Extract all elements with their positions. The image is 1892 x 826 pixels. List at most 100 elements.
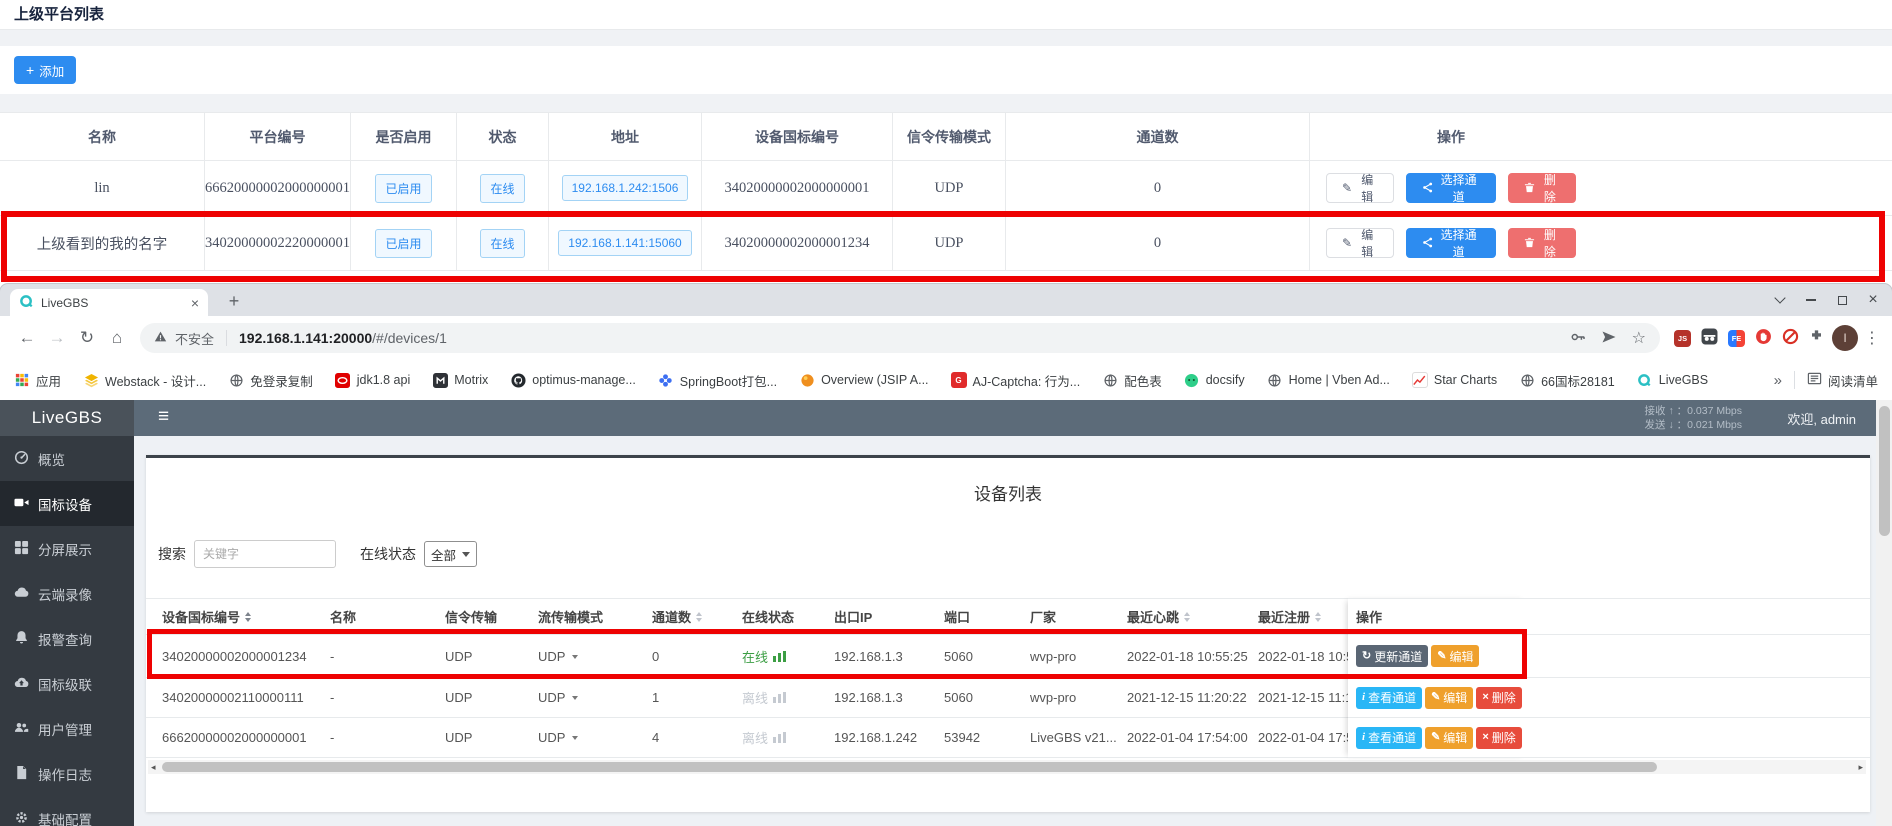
stream-mode-dropdown[interactable]: UDP: [538, 730, 652, 745]
vertical-scrollbar[interactable]: [1876, 400, 1892, 826]
refresh-icon: ↻: [1362, 651, 1371, 662]
stream-mode-dropdown[interactable]: UDP: [538, 649, 652, 664]
extensions-puzzle-icon[interactable]: [1809, 329, 1824, 347]
edit-button[interactable]: ✎ 编辑: [1326, 228, 1394, 258]
bookmark-livegbs[interactable]: LiveGBS: [1637, 372, 1708, 388]
bell-icon: [14, 630, 29, 648]
sidebar-item-gb-devices[interactable]: 国标设备: [0, 481, 134, 526]
bookmark-copy-tool[interactable]: 免登录复制: [228, 371, 313, 390]
cell-platform-id: 66620000002000000001: [205, 161, 351, 215]
delete-button[interactable]: × 删除: [1476, 727, 1521, 749]
bookmark-springboot[interactable]: SpringBoot打包...: [658, 371, 777, 390]
view-channels-button[interactable]: i 查看通道: [1356, 727, 1422, 749]
adguard-hand-extension-icon[interactable]: [1755, 328, 1772, 348]
select-channel-button[interactable]: 选择通道: [1406, 228, 1496, 258]
fe-helper-extension-icon[interactable]: FE: [1728, 330, 1745, 347]
scroll-left-icon[interactable]: ◂: [151, 760, 156, 774]
delete-button[interactable]: × 删除: [1476, 687, 1521, 709]
forward-icon[interactable]: →: [42, 323, 72, 353]
device-row-highlighted[interactable]: 34020000002000001234 - UDP UDP 0 在线 192.…: [146, 635, 1870, 678]
update-channels-button[interactable]: ↻ 更新通道: [1356, 645, 1428, 667]
col-device-id[interactable]: 设备国标编号: [162, 607, 330, 626]
edit-button[interactable]: ✎ 编辑: [1326, 173, 1394, 203]
add-button-label: 添加: [39, 61, 64, 80]
search-input[interactable]: [194, 540, 336, 568]
browser-menu-icon[interactable]: ⋮: [1864, 328, 1880, 348]
add-button[interactable]: + 添加: [14, 56, 76, 84]
scrollbar-thumb[interactable]: [162, 762, 1657, 772]
sidebar-item-basic-config[interactable]: 基础配置: [0, 796, 134, 826]
delete-button[interactable]: 删除: [1508, 228, 1576, 258]
bookmark-star-charts[interactable]: Star Charts: [1412, 372, 1497, 388]
bookmark-optimus[interactable]: optimus-manage...: [510, 372, 636, 388]
reload-icon[interactable]: ↻: [72, 323, 102, 353]
bookmark-docsify[interactable]: docsify: [1184, 372, 1245, 388]
url-omnibox[interactable]: 不安全 192.168.1.141:20000/#/devices/1 ☆: [140, 323, 1660, 353]
cell-device-id: 34020000002000000001: [702, 161, 893, 215]
action-row: i 查看通道 ✎ 编辑 × 删除: [1348, 718, 1528, 758]
col-channels[interactable]: 通道数: [652, 607, 742, 626]
globe-icon: [1102, 372, 1118, 388]
delete-button[interactable]: 删除: [1508, 173, 1576, 203]
sidebar-item-operation-log[interactable]: 操作日志: [0, 751, 134, 796]
bookmark-motrix[interactable]: Motrix: [432, 372, 488, 388]
online-status-select[interactable]: 全部: [424, 541, 477, 567]
incognito-spy-extension-icon[interactable]: [1701, 328, 1718, 348]
github-icon: [510, 372, 526, 388]
browser-tab[interactable]: LiveGBS ×: [10, 289, 208, 316]
sidebar-item-cloud-recording[interactable]: 云端录像: [0, 571, 134, 616]
sidebar-item-alarm-query[interactable]: 报警查询: [0, 616, 134, 661]
edit-button[interactable]: ✎ 编辑: [1425, 687, 1473, 709]
url-host: 192.168.1.141:20000: [239, 330, 372, 346]
bookmark-star-icon[interactable]: ☆: [1632, 328, 1646, 348]
edit-button[interactable]: ✎ 编辑: [1425, 727, 1473, 749]
reading-list-button[interactable]: 阅读清单: [1807, 371, 1878, 390]
sidebar-item-gb-cascade[interactable]: 国标级联: [0, 661, 134, 706]
select-channel-button[interactable]: 选择通道: [1406, 173, 1496, 203]
minimize-icon[interactable]: [1800, 289, 1822, 311]
grid-icon: [14, 540, 29, 558]
bookmark-jsip-overview[interactable]: Overview (JSIP A...: [799, 372, 928, 388]
horizontal-scrollbar[interactable]: ◂ ▸: [148, 760, 1866, 774]
users-icon: [14, 720, 29, 738]
sidebar-item-split-screen[interactable]: 分屏展示: [0, 526, 134, 571]
content-blocker-extension-icon[interactable]: [1782, 328, 1799, 348]
bookmark-color-table[interactable]: 配色表: [1102, 371, 1162, 390]
trash-icon: [1524, 237, 1535, 250]
home-icon[interactable]: ⌂: [102, 323, 132, 353]
bookmark-gb28181[interactable]: 66国标28181: [1519, 371, 1615, 390]
tab-search-icon[interactable]: [1769, 289, 1791, 311]
bookmark-apps[interactable]: 应用: [14, 371, 61, 390]
back-icon[interactable]: ←: [12, 323, 42, 353]
profile-avatar[interactable]: I: [1832, 325, 1858, 351]
new-tab-button[interactable]: +: [222, 289, 246, 313]
view-channels-button[interactable]: i 查看通道: [1356, 687, 1422, 709]
device-row[interactable]: 34020000002110000111 - UDP UDP 1 离线 192.…: [146, 678, 1870, 718]
bookmark-aj-captcha[interactable]: G AJ-Captcha: 行为...: [951, 371, 1081, 390]
scrollbar-thumb[interactable]: [1879, 406, 1890, 536]
bookmarks-overflow-icon[interactable]: »: [1774, 372, 1782, 389]
sidebar-item-user-management[interactable]: 用户管理: [0, 706, 134, 751]
close-icon[interactable]: ×: [1862, 289, 1884, 311]
js-blocker-extension-icon[interactable]: JS: [1674, 330, 1691, 347]
action-column: 操作 ↻ 更新通道 ✎ 编辑 i 查看通: [1348, 598, 1528, 758]
sidebar-item-overview[interactable]: 概览: [0, 436, 134, 481]
cell-platform-id: 34020000002220000001: [205, 216, 351, 270]
bookmark-vben-home[interactable]: Home | Vben Ad...: [1267, 372, 1390, 388]
edit-button[interactable]: ✎ 编辑: [1431, 645, 1479, 667]
motrix-icon: [432, 372, 448, 388]
cell-enabled: 已启用: [351, 216, 457, 270]
device-row[interactable]: 66620000002000000001 - UDP UDP 4 离线 192.…: [146, 718, 1870, 758]
stream-mode-dropdown[interactable]: UDP: [538, 690, 652, 705]
scroll-right-icon[interactable]: ▸: [1858, 760, 1863, 774]
bookmark-jdk-api[interactable]: jdk1.8 api: [335, 372, 411, 388]
cell-channels: 0: [1006, 161, 1310, 215]
hamburger-menu-icon[interactable]: ≡: [158, 406, 169, 428]
bookmark-webstack[interactable]: Webstack - 设计...: [83, 371, 206, 390]
col-heartbeat[interactable]: 最近心跳: [1127, 607, 1258, 626]
password-key-icon[interactable]: [1570, 329, 1586, 348]
maximize-icon[interactable]: [1831, 289, 1853, 311]
send-to-device-icon[interactable]: [1601, 329, 1617, 348]
tab-close-icon[interactable]: ×: [191, 296, 199, 310]
col-register[interactable]: 最近注册: [1258, 607, 1350, 626]
